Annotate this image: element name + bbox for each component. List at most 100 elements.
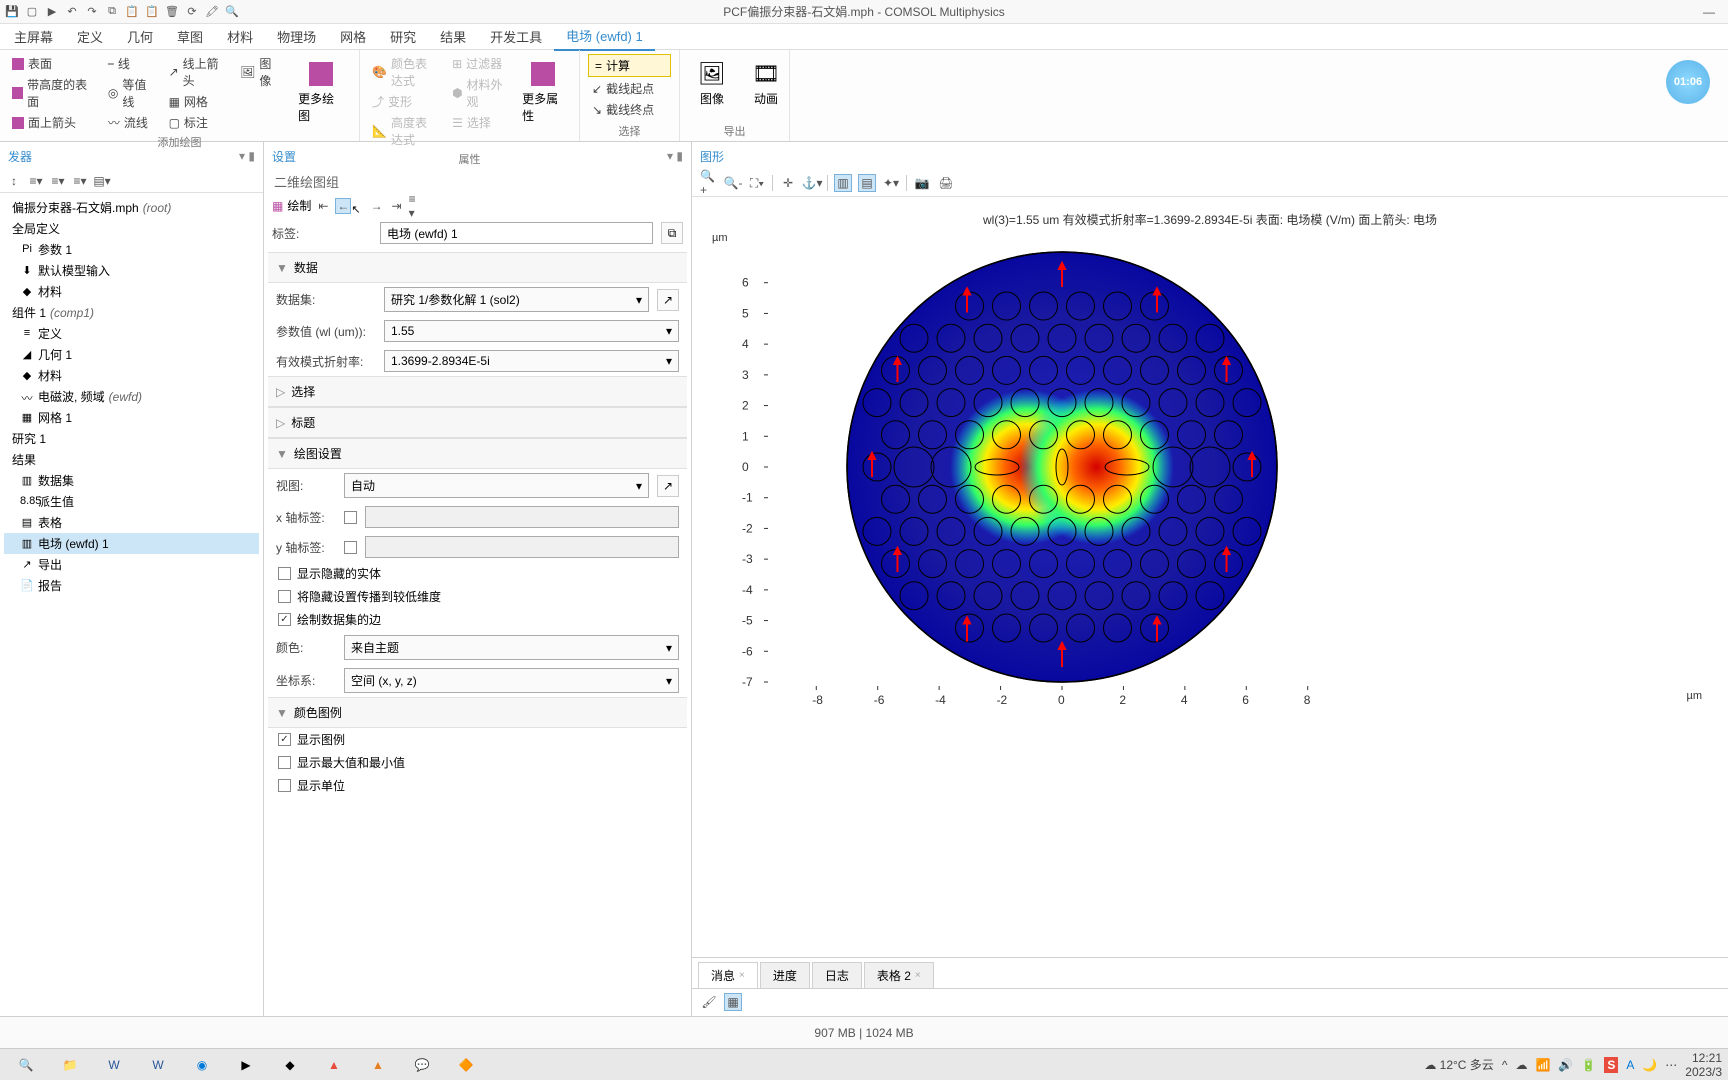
camera-icon[interactable]: 📷 xyxy=(913,174,931,192)
taskbar-word[interactable]: W xyxy=(94,1051,134,1079)
filter-item[interactable]: ⊞过滤器 xyxy=(448,54,508,73)
tree-item[interactable]: 全局定义 xyxy=(4,218,259,239)
color-select[interactable]: 来自主题▾ xyxy=(344,635,679,660)
ylabel-input[interactable] xyxy=(365,536,679,558)
tray-dots-icon[interactable]: ⋯ xyxy=(1665,1058,1677,1072)
export-image-button[interactable]: 🖼图像 xyxy=(688,54,736,111)
unit-check[interactable] xyxy=(278,779,291,792)
plot-button[interactable]: 绘制 xyxy=(287,197,311,214)
zoom-out-icon[interactable]: 🔍- xyxy=(724,174,742,192)
collapse-icon[interactable]: ≡▾ xyxy=(50,173,66,189)
cutline-end-item[interactable]: ↘截线终点 xyxy=(588,100,671,119)
streamline-item[interactable]: 〰流线 xyxy=(104,113,159,132)
surface-arrow-item[interactable]: 面上箭头 xyxy=(8,113,98,132)
ribbon-tab-7[interactable]: 研究 xyxy=(378,23,428,50)
contour-item[interactable]: ◎等值线 xyxy=(104,75,159,111)
line-item[interactable]: ⎯线 xyxy=(104,54,159,73)
undo-icon[interactable]: ↶ xyxy=(64,4,80,20)
propagate-check[interactable] xyxy=(278,590,291,603)
height-surface-item[interactable]: 带高度的表面 xyxy=(8,75,98,111)
ribbon-tab-6[interactable]: 网格 xyxy=(328,23,378,50)
tree-root[interactable]: 偏振分束器-石文娟.mph (root) xyxy=(4,197,259,218)
tray-letter-icon[interactable]: A xyxy=(1626,1058,1634,1072)
tree-item[interactable]: 结果 xyxy=(4,449,259,470)
tray-chevron-icon[interactable]: ^ xyxy=(1502,1058,1508,1072)
cutline-start-item[interactable]: ↙截线起点 xyxy=(588,79,671,98)
table-icon[interactable]: ▦ xyxy=(724,993,742,1011)
ylabel-check[interactable] xyxy=(344,541,357,554)
panel-menu-icon[interactable]: ▾ ▮ xyxy=(667,149,683,163)
ribbon-tab-3[interactable]: 草图 xyxy=(165,23,215,50)
panel-menu-icon[interactable]: ▾ ▮ xyxy=(239,149,255,163)
tree-item[interactable]: 📄报告 xyxy=(4,575,259,596)
bottom-tab[interactable]: 日志 xyxy=(812,962,862,988)
plot-area[interactable]: wl(3)=1.55 um 有效模式折射率=1.3699-2.8934E-5i … xyxy=(692,197,1728,957)
view2-icon[interactable]: ▤ xyxy=(858,174,876,192)
tray-battery-icon[interactable]: 🔋 xyxy=(1581,1058,1596,1072)
box-icon[interactable]: ▢ xyxy=(24,4,40,20)
export-anim-button[interactable]: 🎞动画 xyxy=(742,54,790,111)
refresh-icon[interactable]: ⟳ xyxy=(184,4,200,20)
compute-button[interactable]: =计算 xyxy=(588,54,671,77)
clock[interactable]: 12:21 2023/3 xyxy=(1685,1051,1722,1079)
taskbar-app1[interactable]: ▶ xyxy=(226,1051,266,1079)
highlight-icon[interactable]: 🖍 xyxy=(204,4,220,20)
taskbar-edge[interactable]: ◉ xyxy=(182,1051,222,1079)
taskbar-matlab[interactable]: ▲ xyxy=(358,1051,398,1079)
anchor-icon[interactable]: ⚓▾ xyxy=(803,174,821,192)
tray-moon-icon[interactable]: 🌙 xyxy=(1642,1058,1657,1072)
print-icon[interactable]: 🖨 xyxy=(937,174,955,192)
tree-item[interactable]: ▦网格 1 xyxy=(4,407,259,428)
tray-cloud-icon[interactable]: ☁ xyxy=(1515,1058,1527,1072)
ribbon-tab-5[interactable]: 物理场 xyxy=(265,23,328,50)
arrow-first-icon[interactable]: ⇤ xyxy=(315,198,331,214)
ribbon-tab-9[interactable]: 开发工具 xyxy=(478,23,554,50)
play-icon[interactable]: ▶ xyxy=(44,4,60,20)
tree-item[interactable]: 〰电磁波, 频域 (ewfd) xyxy=(4,386,259,407)
view-select[interactable]: 自动▾ xyxy=(344,473,649,498)
up-down-icon[interactable]: ↕ xyxy=(6,173,22,189)
tray-wifi-icon[interactable]: 📶 xyxy=(1535,1058,1550,1072)
more-attrs-button[interactable]: 更多属性 xyxy=(514,54,571,149)
legend-check[interactable] xyxy=(278,733,291,746)
line-arrow-item[interactable]: ↗线上箭头 xyxy=(165,54,231,90)
legend-section[interactable]: ▼颜色图例 xyxy=(268,697,687,728)
tree-item[interactable]: 8.85派生值 xyxy=(4,491,259,512)
tray-ime-icon[interactable]: S xyxy=(1604,1057,1618,1073)
weather-widget[interactable]: ☁ 12°C 多云 xyxy=(1424,1056,1494,1073)
tree-item[interactable]: ▥电场 (ewfd) 1 xyxy=(4,533,259,554)
expand-icon[interactable]: ≡▾ xyxy=(28,173,44,189)
ribbon-tab-0[interactable]: 主屏幕 xyxy=(2,23,65,50)
filter-icon[interactable]: ≡▾ xyxy=(72,173,88,189)
ribbon-tab-8[interactable]: 结果 xyxy=(428,23,478,50)
title-section[interactable]: ▷标题 xyxy=(268,407,687,438)
annotation-item[interactable]: ▢标注 xyxy=(165,113,231,132)
param-select[interactable]: 1.55▾ xyxy=(384,320,679,342)
tree-item[interactable]: ⬇默认模型输入 xyxy=(4,260,259,281)
more-plots-button[interactable]: 更多绘图 xyxy=(290,54,351,132)
tree-item[interactable]: ◢几何 1 xyxy=(4,344,259,365)
plot-icon[interactable]: ▦ xyxy=(272,199,283,213)
xlabel-check[interactable] xyxy=(344,511,357,524)
arrow-prev-icon[interactable]: ← xyxy=(335,198,351,214)
paste2-icon[interactable]: 📋 xyxy=(144,4,160,20)
tree-item[interactable]: Pi参数 1 xyxy=(4,239,259,260)
deform-item[interactable]: ⤴变形 xyxy=(368,92,442,111)
taskbar-files[interactable]: 📁 xyxy=(50,1051,90,1079)
crosshair-icon[interactable]: ✛ xyxy=(779,174,797,192)
ribbon-tab-4[interactable]: 材料 xyxy=(215,23,265,50)
select-item[interactable]: ☰选择 xyxy=(448,113,508,132)
xlabel-input[interactable] xyxy=(365,506,679,528)
bottom-tab[interactable]: 消息 × xyxy=(698,962,758,988)
tree-item[interactable]: ▥数据集 xyxy=(4,470,259,491)
ribbon-tab-10[interactable]: 电场 (ewfd) 1 xyxy=(554,22,655,51)
model-tree[interactable]: 偏振分束器-石文娟.mph (root) 全局定义Pi参数 1⬇默认模型输入◆材… xyxy=(0,193,263,1016)
minimize-button[interactable]: — xyxy=(1694,3,1724,21)
mesh-item[interactable]: ▦网格 xyxy=(165,92,231,111)
taskbar-app3[interactable]: 🔶 xyxy=(446,1051,486,1079)
taskbar-comsol[interactable]: ◆ xyxy=(270,1051,310,1079)
arrow-next-icon[interactable]: → xyxy=(369,198,385,214)
tree-item[interactable]: ▤表格 xyxy=(4,512,259,533)
label-input[interactable] xyxy=(380,222,653,244)
copy-icon[interactable]: ⧉ xyxy=(104,4,120,20)
